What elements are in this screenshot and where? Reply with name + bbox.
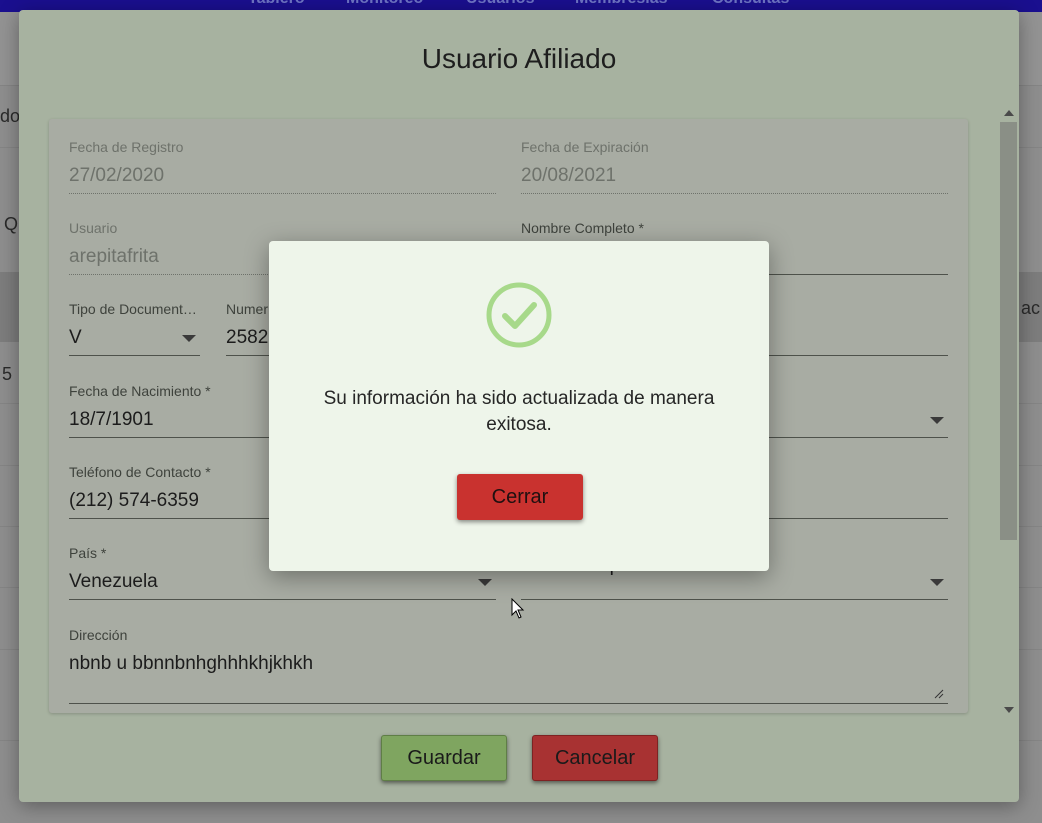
field-label: Tipo de Documento... (69, 301, 200, 317)
nav-item-tablero[interactable]: Tablero (248, 0, 305, 8)
field-label: Dirección (69, 627, 128, 643)
chevron-down-icon[interactable] (930, 417, 944, 424)
nav-item-usuarios[interactable]: Usuarios (466, 0, 534, 8)
scroll-down-icon[interactable] (1004, 707, 1014, 713)
scroll-up-icon[interactable] (1004, 110, 1014, 116)
cancel-button[interactable]: Cancelar (532, 735, 658, 781)
dialog-title: Usuario Afiliado (421, 43, 617, 74)
address-textarea[interactable]: Dirección nbnb u bbnnbnhghhhkhjkhkh (69, 627, 948, 705)
close-button[interactable]: Cerrar (457, 474, 583, 520)
background-text: ac (1021, 298, 1041, 318)
document-type-select[interactable]: Tipo de Documento... V (69, 301, 200, 357)
mouse-cursor-icon (511, 598, 525, 619)
success-message: Su información ha sido actualizada de ma… (323, 388, 715, 435)
chevron-down-icon[interactable] (182, 335, 196, 342)
scroll-thumb[interactable] (1000, 122, 1017, 540)
field-value: V (69, 327, 82, 348)
field-label: Fecha de Expiración (521, 139, 649, 155)
dialog-scrollbar[interactable] (1000, 110, 1017, 713)
chevron-down-icon[interactable] (930, 579, 944, 586)
resize-handle-icon[interactable] (934, 689, 944, 699)
check-circle-icon (486, 282, 552, 348)
nav-item-membresias[interactable]: Membresías (575, 0, 668, 8)
nav-item-consultas[interactable]: Consultas (712, 0, 789, 8)
chevron-down-icon[interactable] (478, 579, 492, 586)
nav-item-monitoreo[interactable]: Monitoreo (346, 0, 423, 8)
field-value[interactable]: nbnb u bbnnbnhghhhkhjkhkh (69, 653, 948, 675)
save-button[interactable]: Guardar (381, 735, 507, 781)
field-value: 20/08/2021 (521, 165, 617, 186)
field-label: Nombre Completo * (521, 220, 644, 236)
background-text: 5 (2, 364, 13, 384)
field-value: 27/02/2020 (69, 165, 165, 186)
background-text: do (0, 106, 21, 126)
field-label: Usuario (69, 220, 118, 236)
expiration-date-field: Fecha de Expiración 20/08/2021 (521, 139, 948, 195)
field-value: Venezuela (69, 571, 158, 592)
success-modal: Su información ha sido actualizada de ma… (269, 241, 769, 571)
background-text: Q (4, 214, 19, 234)
field-label: Fecha de Registro (69, 139, 184, 155)
registration-date-field: Fecha de Registro 27/02/2020 (69, 139, 496, 195)
